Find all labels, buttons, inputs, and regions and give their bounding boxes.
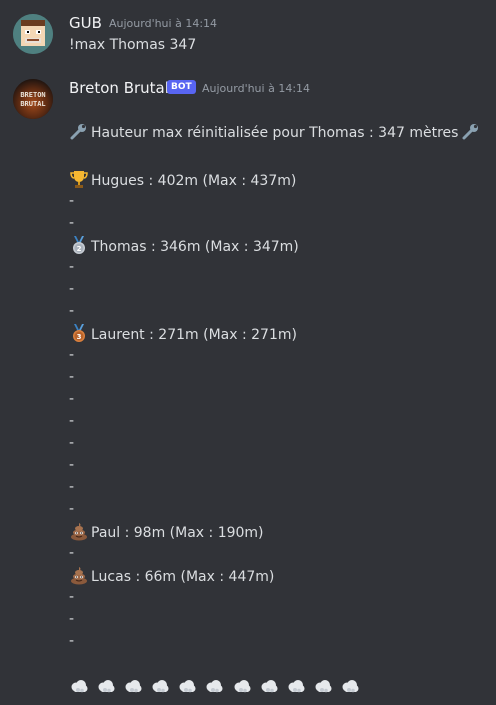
reset-notice-line: Hauteur max réinitialisée pour Thomas : … xyxy=(69,121,483,143)
ranking-entry: 2 Thomas : 346m (Max : 347m) xyxy=(69,235,299,257)
avatar-gub[interactable] xyxy=(13,14,53,54)
cloud-icon xyxy=(286,676,306,696)
ranking-text: Thomas : 346m (Max : 347m) xyxy=(91,239,299,255)
author-name[interactable]: GUB xyxy=(69,14,102,32)
reset-notice-text: Hauteur max réinitialisée pour Thomas : … xyxy=(91,125,459,141)
separator-dash: - xyxy=(69,413,75,429)
ranking-entry: Paul : 98m (Max : 190m) xyxy=(69,521,264,543)
silver-medal-icon: 2 xyxy=(69,235,89,255)
ranking-entry: Hugues : 402m (Max : 437m) xyxy=(69,169,296,191)
message-content: !max Thomas 347 xyxy=(69,37,197,53)
trophy-icon xyxy=(69,169,89,189)
separator-dash: - xyxy=(69,457,75,473)
avatar-breton-brutal[interactable]: BRETON BRUTAL xyxy=(13,79,53,119)
ranking-entry: Lucas : 66m (Max : 447m) xyxy=(69,565,274,587)
bot-badge: BOT xyxy=(167,80,196,94)
message-gub: GUB Aujourd'hui à 14:14 !max Thomas 347 xyxy=(0,0,496,70)
cloud-icon xyxy=(259,676,279,696)
cloud-icon xyxy=(232,676,252,696)
separator-dash: - xyxy=(69,611,75,627)
bronze-medal-icon: 3 xyxy=(69,323,89,343)
separator-dash: - xyxy=(69,215,75,231)
separator-dash: - xyxy=(69,633,75,649)
message-timestamp: Aujourd'hui à 14:14 xyxy=(109,17,218,30)
svg-text:2: 2 xyxy=(77,245,82,253)
separator-dash: - xyxy=(69,435,75,451)
wrench-icon xyxy=(69,121,89,141)
separator-dash: - xyxy=(69,369,75,385)
ranking-entry: 3 Laurent : 271m (Max : 271m) xyxy=(69,323,297,345)
svg-text:BRETON: BRETON xyxy=(20,91,45,99)
cloud-emoji-row xyxy=(69,676,362,698)
separator-dash: - xyxy=(69,479,75,495)
cloud-icon xyxy=(96,676,116,696)
cloud-icon xyxy=(69,676,89,696)
author-name[interactable]: Breton Brutal xyxy=(69,79,169,97)
ranking-text: Laurent : 271m (Max : 271m) xyxy=(91,327,297,343)
cloud-icon xyxy=(123,676,143,696)
separator-dash: - xyxy=(69,347,75,363)
cloud-icon xyxy=(177,676,197,696)
separator-dash: - xyxy=(69,281,75,297)
separator-dash: - xyxy=(69,501,75,517)
ranking-text: Lucas : 66m (Max : 447m) xyxy=(91,569,275,585)
separator-dash: - xyxy=(69,545,75,561)
separator-dash: - xyxy=(69,391,75,407)
separator-dash: - xyxy=(69,259,75,275)
message-timestamp: Aujourd'hui à 14:14 xyxy=(202,82,311,95)
svg-text:BRUTAL: BRUTAL xyxy=(20,100,45,108)
separator-dash: - xyxy=(69,589,75,605)
cloud-icon xyxy=(204,676,224,696)
wrench-icon xyxy=(461,121,481,141)
poop-icon xyxy=(69,521,89,541)
ranking-text: Paul : 98m (Max : 190m) xyxy=(91,525,264,541)
poop-icon xyxy=(69,565,89,585)
cloud-icon xyxy=(340,676,360,696)
cloud-icon xyxy=(313,676,333,696)
separator-dash: - xyxy=(69,193,75,209)
cloud-icon xyxy=(150,676,170,696)
separator-dash: - xyxy=(69,303,75,319)
svg-text:3: 3 xyxy=(77,333,82,341)
message-bot: BRETON BRUTAL Breton Brutal BOT Aujourd'… xyxy=(0,70,496,705)
ranking-text: Hugues : 402m (Max : 437m) xyxy=(91,173,297,189)
chat-log: GUB Aujourd'hui à 14:14 !max Thomas 347 … xyxy=(0,0,496,705)
